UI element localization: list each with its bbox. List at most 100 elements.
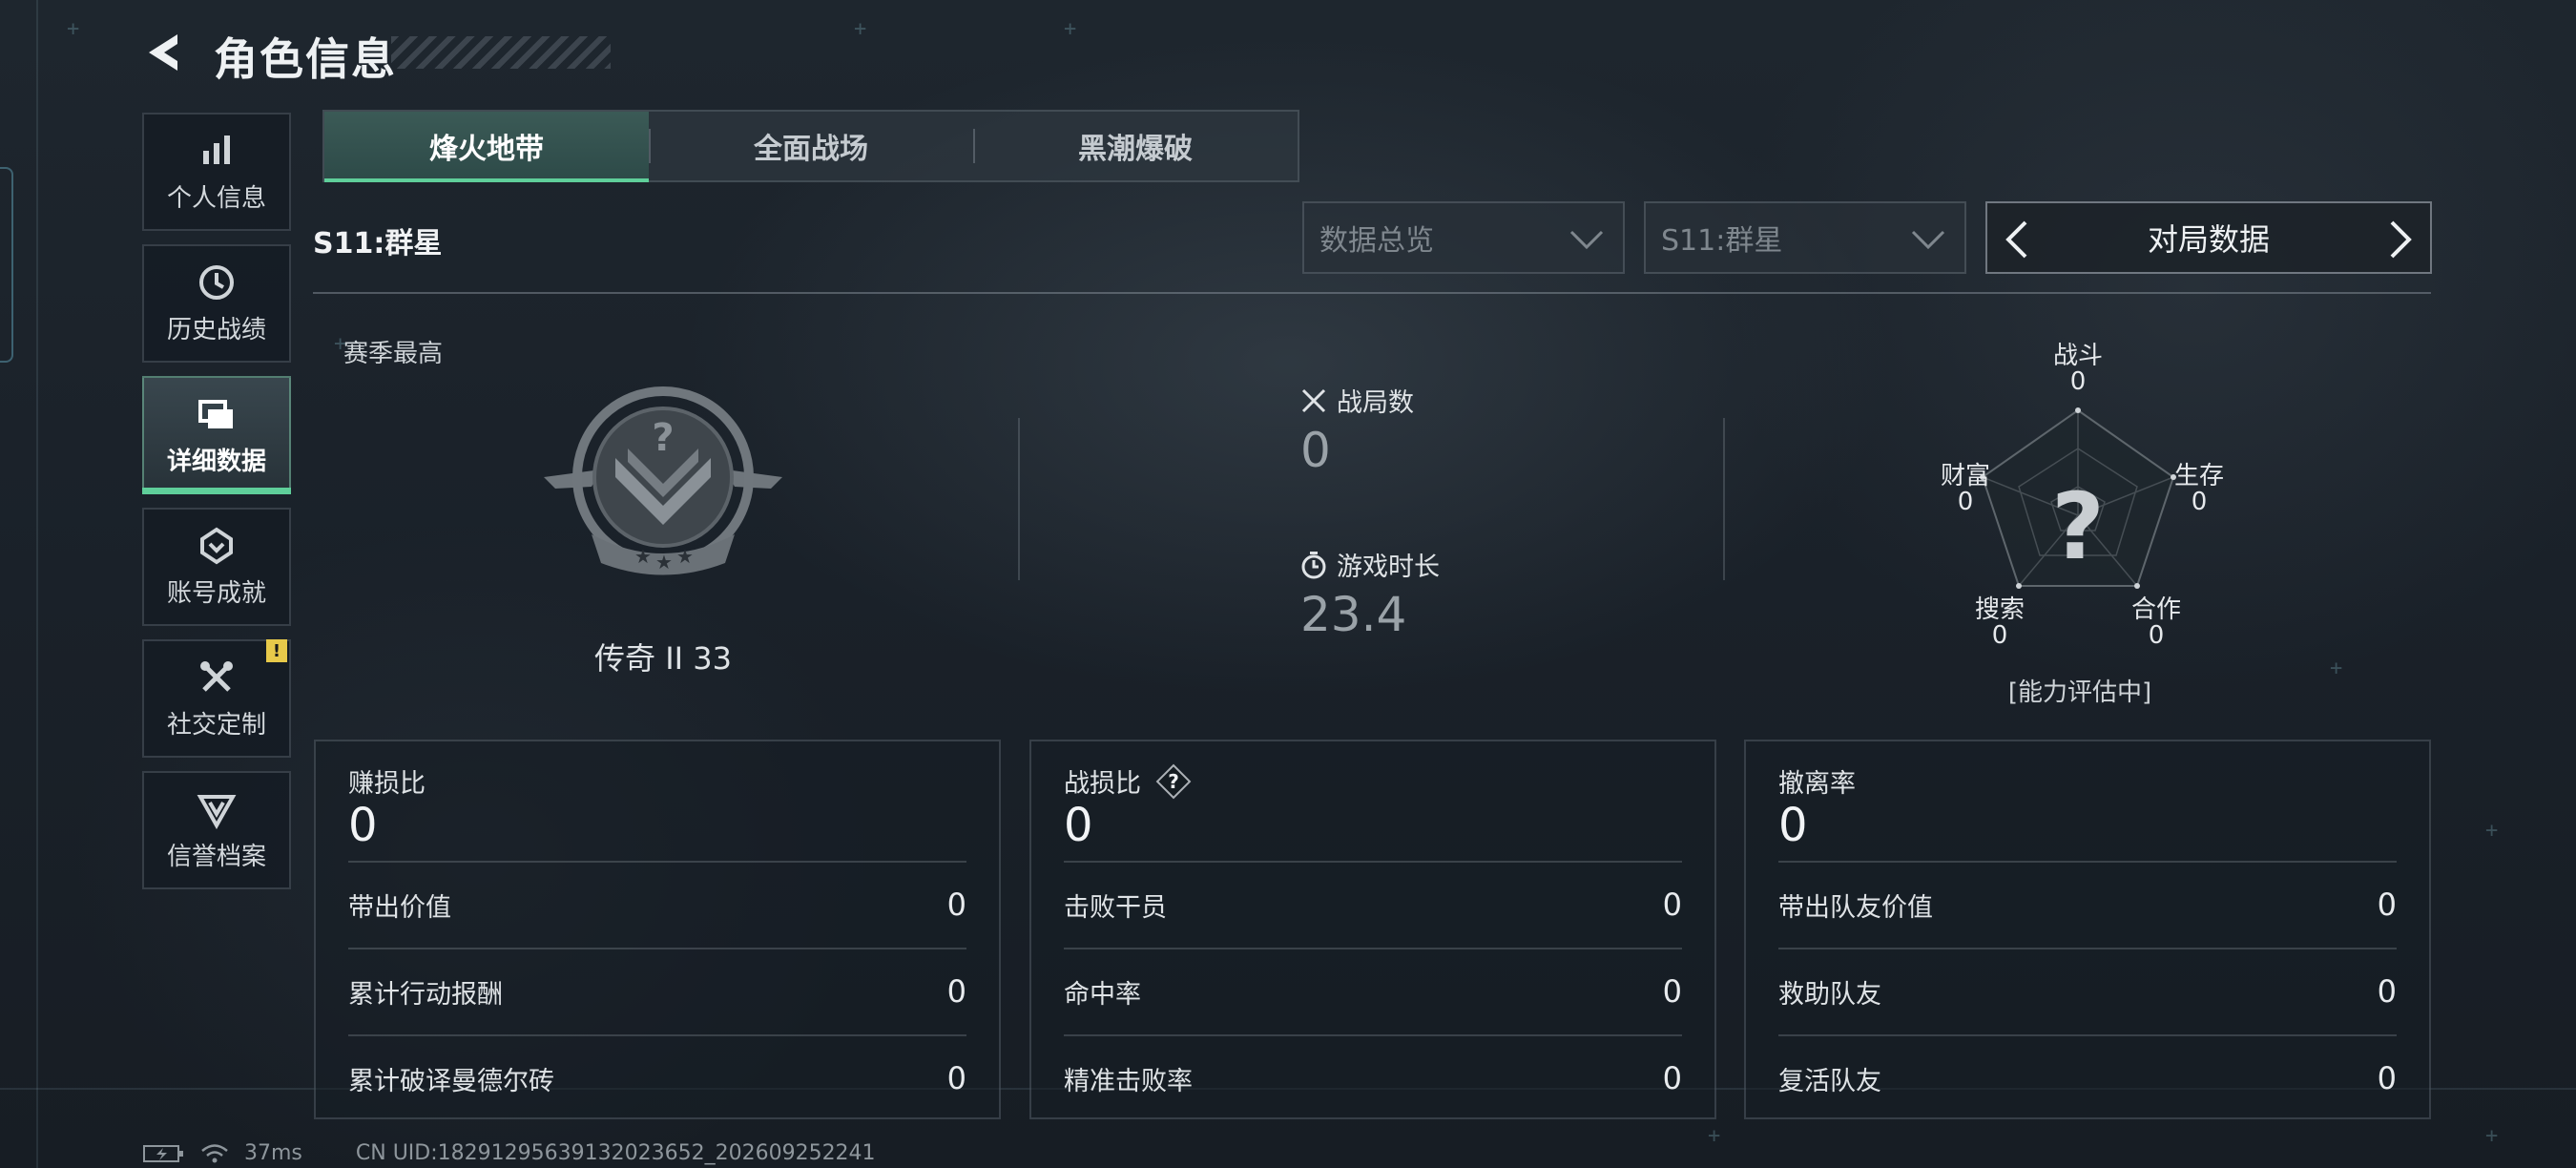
sidebar-item-credit-record[interactable]: 信誉档案 (142, 771, 291, 889)
tab-heichao[interactable]: 黑潮爆破 (973, 112, 1298, 180)
deco-cross: + (2330, 657, 2343, 680)
sidebar-item-history[interactable]: 历史战绩 (142, 244, 291, 363)
playtime-stat: 游戏时长 23.4 (1300, 546, 1440, 642)
row-value: 0 (946, 1060, 966, 1096)
pager-label: 对局数据 (2147, 221, 2270, 258)
sidebar-item-label: 历史战绩 (166, 315, 266, 344)
tab-quanmian[interactable]: 全面战场 (649, 112, 973, 180)
mode-tabs: 烽火地带 全面战场 黑潮爆破 (322, 110, 1299, 182)
chevron-left-icon[interactable] (1999, 219, 2037, 261)
back-button[interactable] (141, 29, 187, 76)
battery-charging-icon (143, 1144, 183, 1162)
card-value: 0 (1064, 799, 1093, 852)
overview-dropdown[interactable]: 数据总览 (1302, 201, 1625, 274)
radar-axis-survival: 生存 0 (2166, 462, 2233, 516)
radar-axis-search: 搜索 0 (1962, 595, 2038, 651)
section-divider (313, 292, 2431, 294)
row-value: 0 (2377, 1060, 2397, 1096)
help-symbol: ? (1168, 769, 1179, 793)
row-value: 0 (946, 973, 966, 1010)
radar-axis-combat: 战斗 0 (2040, 343, 2116, 397)
card-value: 0 (348, 799, 378, 852)
bar-chart-icon (197, 131, 237, 171)
row-value: 0 (946, 886, 966, 923)
card-row: 累计行动报酬 0 (348, 948, 966, 1033)
playtime-value: 23.4 (1300, 587, 1407, 642)
achievement-icon (197, 526, 237, 566)
chevron-down-icon (1569, 230, 1604, 250)
ability-radar: ? 战斗 0 生存 0 合作 0 搜索 0 财富 0 (1927, 343, 2233, 649)
tab-fenghuo[interactable]: 烽火地带 (324, 112, 649, 182)
svg-text:★: ★ (676, 545, 694, 568)
tools-icon (197, 657, 237, 698)
sidebar-item-label: 详细数据 (166, 447, 266, 476)
card-label: 战损比 (1064, 769, 1141, 799)
radar-axis-wealth: 财富 0 (1927, 462, 2004, 516)
row-label: 累计破译曼德尔砖 (348, 1066, 554, 1096)
stopwatch-icon (1301, 551, 1326, 578)
profit-loss-card: 赚损比 0 带出价值 0 累计行动报酬 0 累计破译曼德尔砖 0 (314, 740, 1001, 1119)
row-label: 带出价值 (348, 892, 451, 923)
sidebar-item-personal-info[interactable]: 个人信息 (142, 113, 291, 231)
help-icon[interactable]: ? (1156, 764, 1191, 799)
radar-axis-label: 财富 (1940, 462, 1990, 490)
svg-text:?: ? (652, 416, 674, 460)
uid-text: CN UID:18291295639132023652_202609252241 (355, 1141, 876, 1165)
chevron-right-icon[interactable] (2380, 219, 2419, 261)
svg-text:★: ★ (655, 551, 673, 574)
title-decoration (391, 36, 611, 69)
column-divider (1723, 418, 1725, 580)
sidebar-item-label: 社交定制 (166, 710, 266, 740)
radar-axis-label: 生存 (2173, 462, 2224, 490)
row-label: 救助队友 (1778, 979, 1881, 1010)
card-label: 撤离率 (1778, 769, 1856, 799)
ability-evaluating-note: [能力评估中] (2007, 678, 2152, 707)
deco-cross: + (2485, 1124, 2499, 1148)
chevron-down-icon (1911, 230, 1945, 250)
row-value: 0 (1662, 973, 1682, 1010)
card-row: 带出队友价值 0 (1778, 861, 2397, 947)
season-dropdown[interactable]: S11:群星 (1644, 201, 1966, 274)
ping-value: 37ms (244, 1141, 302, 1165)
deco-cross: + (2485, 819, 2499, 843)
deco-cross: + (1064, 17, 1077, 41)
deco-cross: + (67, 17, 80, 41)
radar-axis-label: 搜索 (1974, 595, 2025, 624)
radar-center-symbol: ? (2051, 473, 2105, 580)
kd-ratio-card: 战损比 ? 0 击败干员 0 命中率 0 精准击败率 0 (1029, 740, 1716, 1119)
status-bar: 37ms CN UID:18291295639132023652_2026092… (143, 1141, 876, 1165)
back-arrow-icon (149, 34, 177, 71)
radar-axis-value: 0 (1991, 621, 2008, 651)
sidebar-item-label: 账号成就 (166, 578, 266, 608)
sidebar-item-label: 信誉档案 (166, 842, 266, 871)
sidebar-item-detailed-data[interactable]: 详细数据 (142, 376, 291, 494)
wifi-icon (201, 1143, 228, 1162)
row-label: 带出队友价值 (1778, 892, 1933, 923)
deco-cross: + (854, 17, 867, 41)
radar-axis-label: 合作 (2130, 595, 2181, 624)
row-label: 复活队友 (1778, 1066, 1881, 1096)
card-row: 击败干员 0 (1064, 861, 1682, 947)
row-value: 0 (2377, 886, 2397, 923)
card-label: 赚损比 (348, 769, 426, 799)
sidebar-item-social-custom[interactable]: 社交定制 ! (142, 639, 291, 758)
row-value: 0 (1662, 886, 1682, 923)
deco-cross: + (1708, 1124, 1721, 1148)
page-title: 角色信息 (214, 33, 397, 85)
card-row: 累计破译曼德尔砖 0 (348, 1034, 966, 1120)
folders-icon (197, 394, 237, 434)
matches-stat: 战局数 0 (1300, 382, 1414, 478)
sidebar-item-achievements[interactable]: 账号成就 (142, 508, 291, 626)
alert-badge: ! (266, 639, 287, 662)
history-icon (197, 262, 237, 302)
side-drawer-handle[interactable] (0, 167, 13, 363)
data-pager: 对局数据 (1985, 201, 2432, 274)
row-label: 累计行动报酬 (348, 979, 503, 1010)
card-row: 救助队友 0 (1778, 948, 2397, 1033)
radar-axis-value: 0 (2069, 367, 2087, 397)
credit-shield-icon (197, 789, 237, 829)
column-divider (1018, 418, 1020, 580)
radar-axis-value: 0 (2148, 621, 2165, 651)
svg-text:★: ★ (634, 545, 652, 568)
card-row: 命中率 0 (1064, 948, 1682, 1033)
